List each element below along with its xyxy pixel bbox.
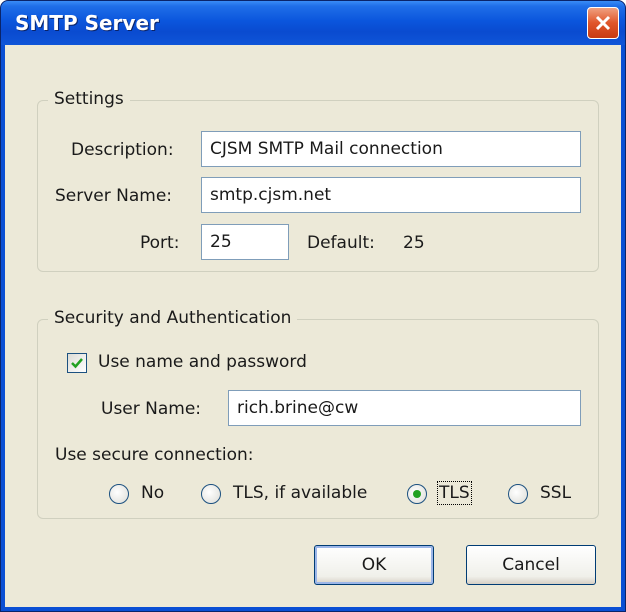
smtp-server-dialog: SMTP Server Settings Description: CJSM S… xyxy=(0,0,626,612)
window-title: SMTP Server xyxy=(15,11,159,35)
ok-button[interactable]: OK xyxy=(314,545,434,585)
checkmark-icon xyxy=(71,358,83,369)
cancel-button[interactable]: Cancel xyxy=(466,545,596,585)
radio-no[interactable] xyxy=(109,484,129,504)
settings-legend: Settings xyxy=(48,89,130,109)
description-label: Description: xyxy=(71,140,174,160)
radio-selected-indicator xyxy=(413,490,421,498)
port-label: Port: xyxy=(140,233,180,253)
use-name-password-label[interactable]: Use name and password xyxy=(98,352,307,372)
user-name-field[interactable]: rich.brine@cw xyxy=(228,390,581,426)
title-bar[interactable]: SMTP Server xyxy=(1,1,625,45)
radio-ssl[interactable] xyxy=(508,484,528,504)
dialog-body: Settings Description: CJSM SMTP Mail con… xyxy=(5,45,621,607)
user-name-label: User Name: xyxy=(101,399,202,419)
security-legend: Security and Authentication xyxy=(48,308,298,328)
default-label: Default: xyxy=(307,233,375,253)
radio-tls-if-available[interactable] xyxy=(201,484,221,504)
secure-connection-label: Use secure connection: xyxy=(55,445,254,465)
server-name-field[interactable]: smtp.cjsm.net xyxy=(201,177,581,213)
close-button[interactable] xyxy=(587,7,619,39)
radio-tls-if-available-label[interactable]: TLS, if available xyxy=(233,483,367,503)
radio-no-label[interactable]: No xyxy=(141,483,164,503)
radio-ssl-label[interactable]: SSL xyxy=(540,483,571,503)
port-field[interactable]: 25 xyxy=(201,224,289,260)
description-field[interactable]: CJSM SMTP Mail connection xyxy=(201,131,581,167)
radio-tls[interactable] xyxy=(407,484,427,504)
close-icon xyxy=(595,15,611,31)
server-name-label: Server Name: xyxy=(55,186,173,206)
radio-tls-label[interactable]: TLS xyxy=(437,481,472,505)
default-port-value: 25 xyxy=(403,233,425,253)
use-name-password-checkbox[interactable] xyxy=(67,353,87,373)
